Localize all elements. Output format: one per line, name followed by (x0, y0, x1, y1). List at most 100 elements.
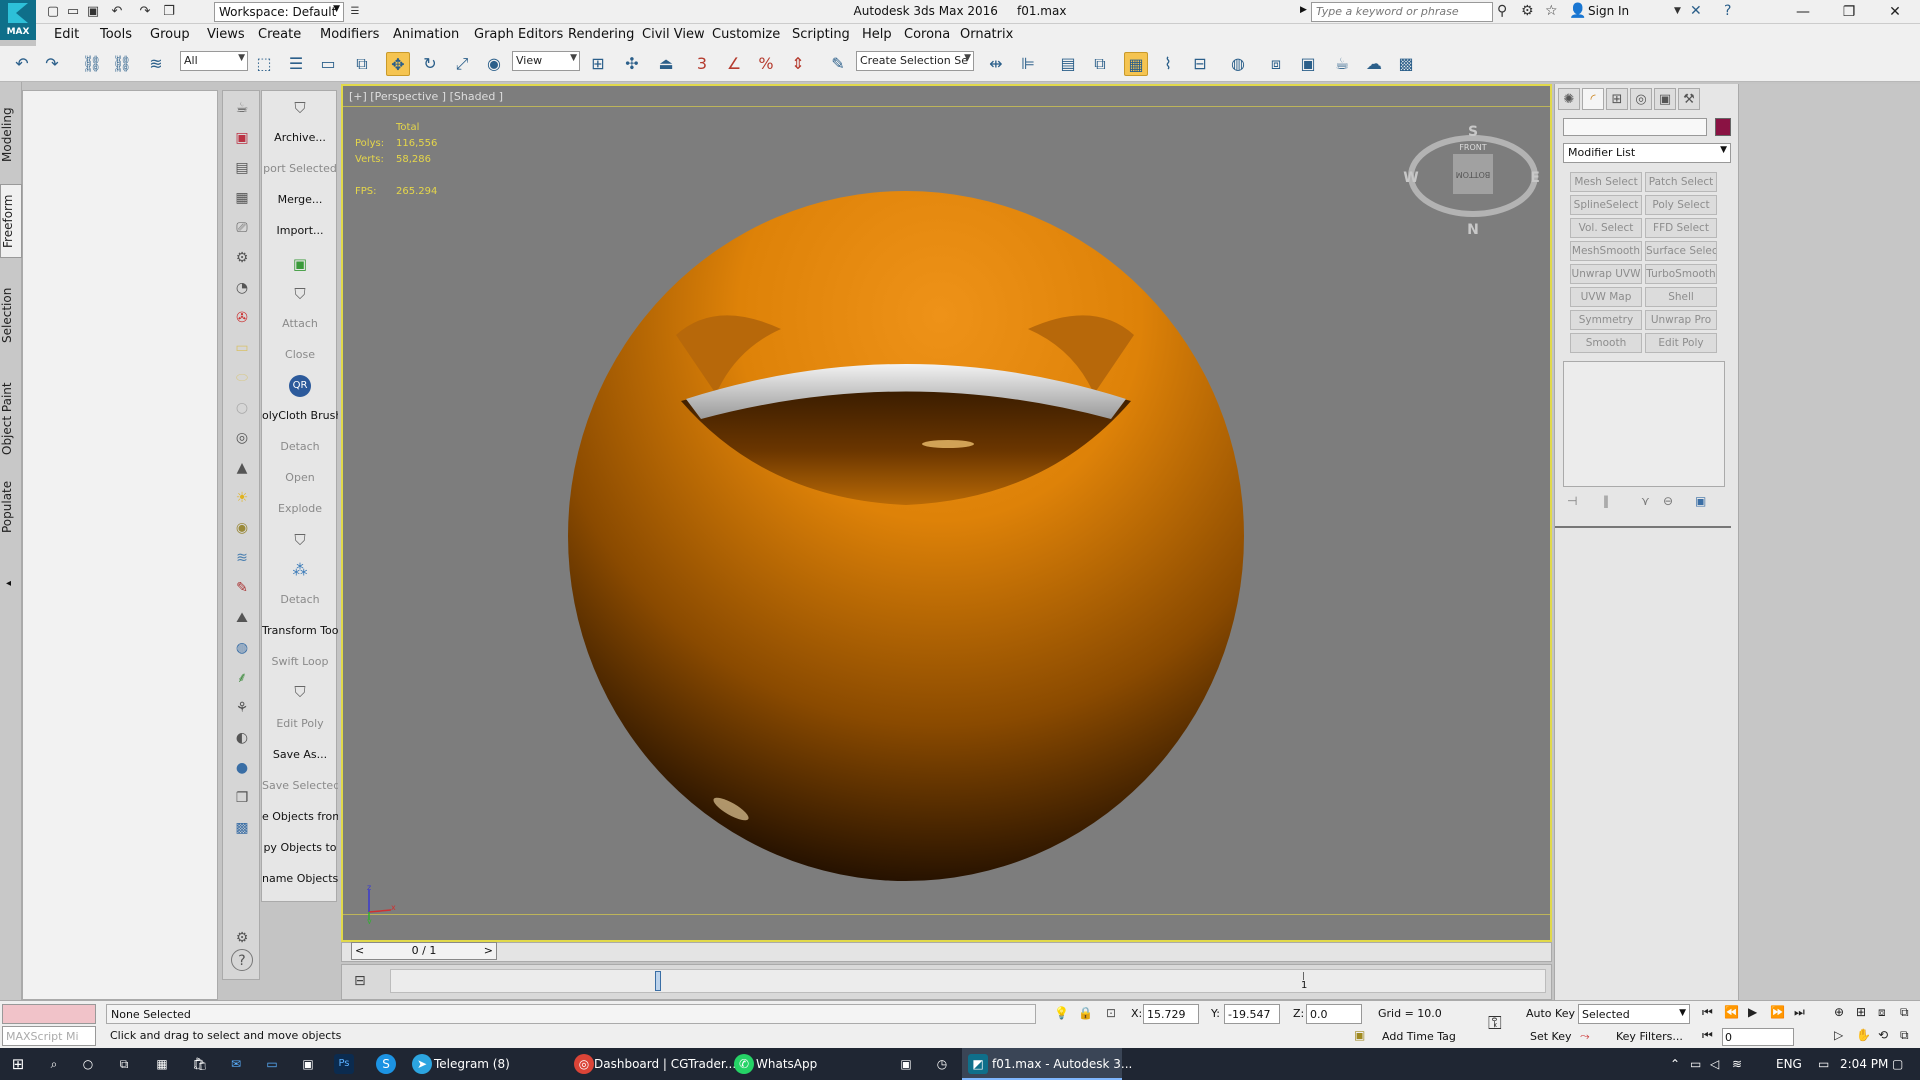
key-mode-select[interactable]: Selected ▼ (1578, 1004, 1690, 1024)
viewcube[interactable]: S N W E FRONT BOTTOM (1403, 116, 1543, 236)
telegram-icon[interactable]: ➤ (412, 1054, 432, 1074)
bind-space-warp-icon[interactable]: ≋ (144, 52, 168, 76)
current-frame-field[interactable]: 0 (1722, 1028, 1794, 1046)
next-frame-icon[interactable]: ⏩ (1770, 1005, 1785, 1019)
reference-coordinate-select[interactable]: View ▼ (512, 51, 580, 71)
render-frame-icon[interactable]: ▣ (231, 127, 253, 149)
clock-time[interactable]: 2:04 PM (1840, 1057, 1888, 1071)
scene-explorer-icon[interactable]: ▤ (1056, 52, 1080, 76)
modifier-ffd-select[interactable]: FFD Select (1645, 218, 1717, 238)
modifier-meshsmooth[interactable]: MeshSmooth (1570, 241, 1642, 261)
ribbon-tab-selection[interactable]: Selection (0, 278, 22, 352)
select-object-icon[interactable]: ⬚ (252, 52, 276, 76)
menu-customize[interactable]: Customize (712, 27, 780, 42)
object-name-field[interactable] (1563, 118, 1707, 136)
teapot-icon[interactable]: ☕ (231, 97, 253, 119)
link-icon[interactable]: ⛓ (80, 52, 104, 76)
auto-key-button[interactable]: Auto Key (1526, 1007, 1575, 1020)
modifier-spline-select[interactable]: SplineSelect (1570, 195, 1642, 215)
align-icon[interactable]: ⊫ (1016, 52, 1040, 76)
search-expand-icon[interactable]: ▶ (1300, 5, 1307, 15)
taskbar-telegram[interactable]: Telegram (8) (434, 1057, 510, 1071)
menu-tools[interactable]: Tools (100, 27, 132, 42)
time-marker[interactable] (655, 971, 661, 991)
blue-sphere-icon[interactable]: ● (231, 757, 253, 779)
cone-icon[interactable]: ▲ (231, 457, 253, 479)
modify-tab-icon[interactable]: ◜ (1582, 88, 1604, 110)
cortana-icon[interactable]: ○ (78, 1054, 98, 1074)
attach-button[interactable]: Attach (262, 311, 338, 337)
render-setup-icon[interactable]: ⧈ (1264, 52, 1288, 76)
create-tab-icon[interactable]: ✺ (1558, 88, 1580, 110)
pin-stack-icon[interactable]: ⊣ (1567, 494, 1577, 508)
menu-civil-view[interactable]: Civil View (642, 27, 705, 42)
tray-network-icon[interactable]: ▭ (1690, 1057, 1701, 1071)
select-manipulate-icon[interactable]: ✣ (620, 52, 644, 76)
menu-edit[interactable]: Edit (54, 27, 79, 42)
3dsmax-icon[interactable]: ◩ (968, 1054, 988, 1074)
max-logo[interactable]: MAX (0, 0, 36, 40)
plane-icon[interactable]: ▭ (231, 337, 253, 359)
language-indicator[interactable]: ENG (1776, 1057, 1802, 1071)
modifier-shell[interactable]: Shell (1645, 287, 1717, 307)
stack-icon[interactable]: ≋ (231, 547, 253, 569)
menu-animation[interactable]: Animation (393, 27, 459, 42)
layer-explorer-icon[interactable]: ⧉ (1088, 52, 1112, 76)
ribbon-tab-modeling[interactable]: Modeling (0, 98, 22, 172)
time-slider[interactable]: < 0 / 1 > (351, 942, 497, 960)
pan-icon[interactable]: ✋ (1856, 1028, 1871, 1042)
utilities-tab-icon[interactable]: ⚒ (1678, 88, 1700, 110)
ribbon-tab-freeform[interactable]: Freeform (0, 184, 22, 258)
taskbar-whatsapp[interactable]: WhatsApp (756, 1057, 817, 1071)
snaps-toggle-icon[interactable]: 3 (690, 52, 714, 76)
pivot-center-icon[interactable]: ⊞ (586, 52, 610, 76)
named-selection-select[interactable]: Create Selection Se ▼ (856, 51, 974, 71)
modifier-list-select[interactable]: Modifier List ▼ (1563, 143, 1731, 163)
modifier-mesh-select[interactable]: Mesh Select (1570, 172, 1642, 192)
menu-views[interactable]: Views (207, 27, 245, 42)
app-icon[interactable]: ▣ (298, 1054, 318, 1074)
laughing-face-model[interactable] (566, 189, 1245, 883)
zoom-extents-icon[interactable]: ⧈ (1878, 1005, 1886, 1020)
explode-button[interactable]: Explode (262, 496, 338, 522)
help-icon[interactable]: ? (231, 949, 253, 971)
rename-objects-button[interactable]: name Objects (262, 866, 338, 892)
taskbar-dashboard[interactable]: Dashboard | CGTrader... (594, 1057, 736, 1071)
rock-icon[interactable]: ◐ (231, 727, 253, 749)
modifier-surface-select[interactable]: Surface Select (1645, 241, 1717, 261)
rendered-frame-window-icon[interactable]: ▣ (1296, 52, 1320, 76)
sphere-material-icon[interactable]: ◉ (231, 517, 253, 539)
copy-icon[interactable]: ❐ (231, 787, 253, 809)
z-coord-field[interactable]: 0.0 (1306, 1004, 1362, 1024)
desktop-icon[interactable]: ▭ (262, 1054, 282, 1074)
tray-volume-icon[interactable]: ◁ (1710, 1057, 1719, 1071)
spinner-snap-icon[interactable]: ⇕ (786, 52, 810, 76)
show-end-result-icon[interactable]: ‖ (1603, 494, 1609, 508)
photoshop-icon[interactable]: Ps (334, 1054, 354, 1074)
render-iterative-icon[interactable]: ☁ (1362, 52, 1386, 76)
rectangular-selection-icon[interactable]: ▭ (316, 52, 340, 76)
clock-app-icon[interactable]: ◷ (932, 1054, 952, 1074)
store-icon[interactable]: 🛍 (190, 1054, 210, 1074)
robot-icon[interactable]: ⚙ (231, 247, 253, 269)
select-and-scale-icon[interactable]: ⤢ (450, 52, 474, 76)
render-production-icon[interactable]: ☕ (1330, 52, 1354, 76)
quick-access-menu-icon[interactable]: ☰ (346, 3, 364, 21)
sign-in-button[interactable]: Sign In (1588, 4, 1629, 18)
detach-button-2[interactable]: Detach (262, 587, 338, 613)
paste-objects-from-button[interactable]: e Objects fron (262, 804, 338, 830)
list-icon[interactable]: ▤ (231, 157, 253, 179)
edit-poly-button[interactable]: Edit Poly (262, 711, 338, 737)
undo-icon[interactable]: ↶ (108, 3, 126, 21)
torus-icon[interactable]: ◎ (231, 427, 253, 449)
undo-icon[interactable]: ↶ (10, 52, 34, 76)
maxscript-mini-listener[interactable]: MAXScript Mi (2, 1026, 96, 1046)
globe-icon[interactable]: ◍ (231, 637, 253, 659)
merge-button[interactable]: Merge... (262, 187, 338, 213)
archive-button[interactable]: Archive... (262, 125, 338, 151)
absolute-mode-icon[interactable]: ⊡ (1106, 1006, 1116, 1020)
save-as-button[interactable]: Save As... (262, 742, 338, 768)
camera-icon[interactable]: ⎚ (231, 217, 253, 239)
schematic-view-icon[interactable]: ⊟ (1188, 52, 1212, 76)
cube-icon[interactable]: ▩ (231, 817, 253, 839)
